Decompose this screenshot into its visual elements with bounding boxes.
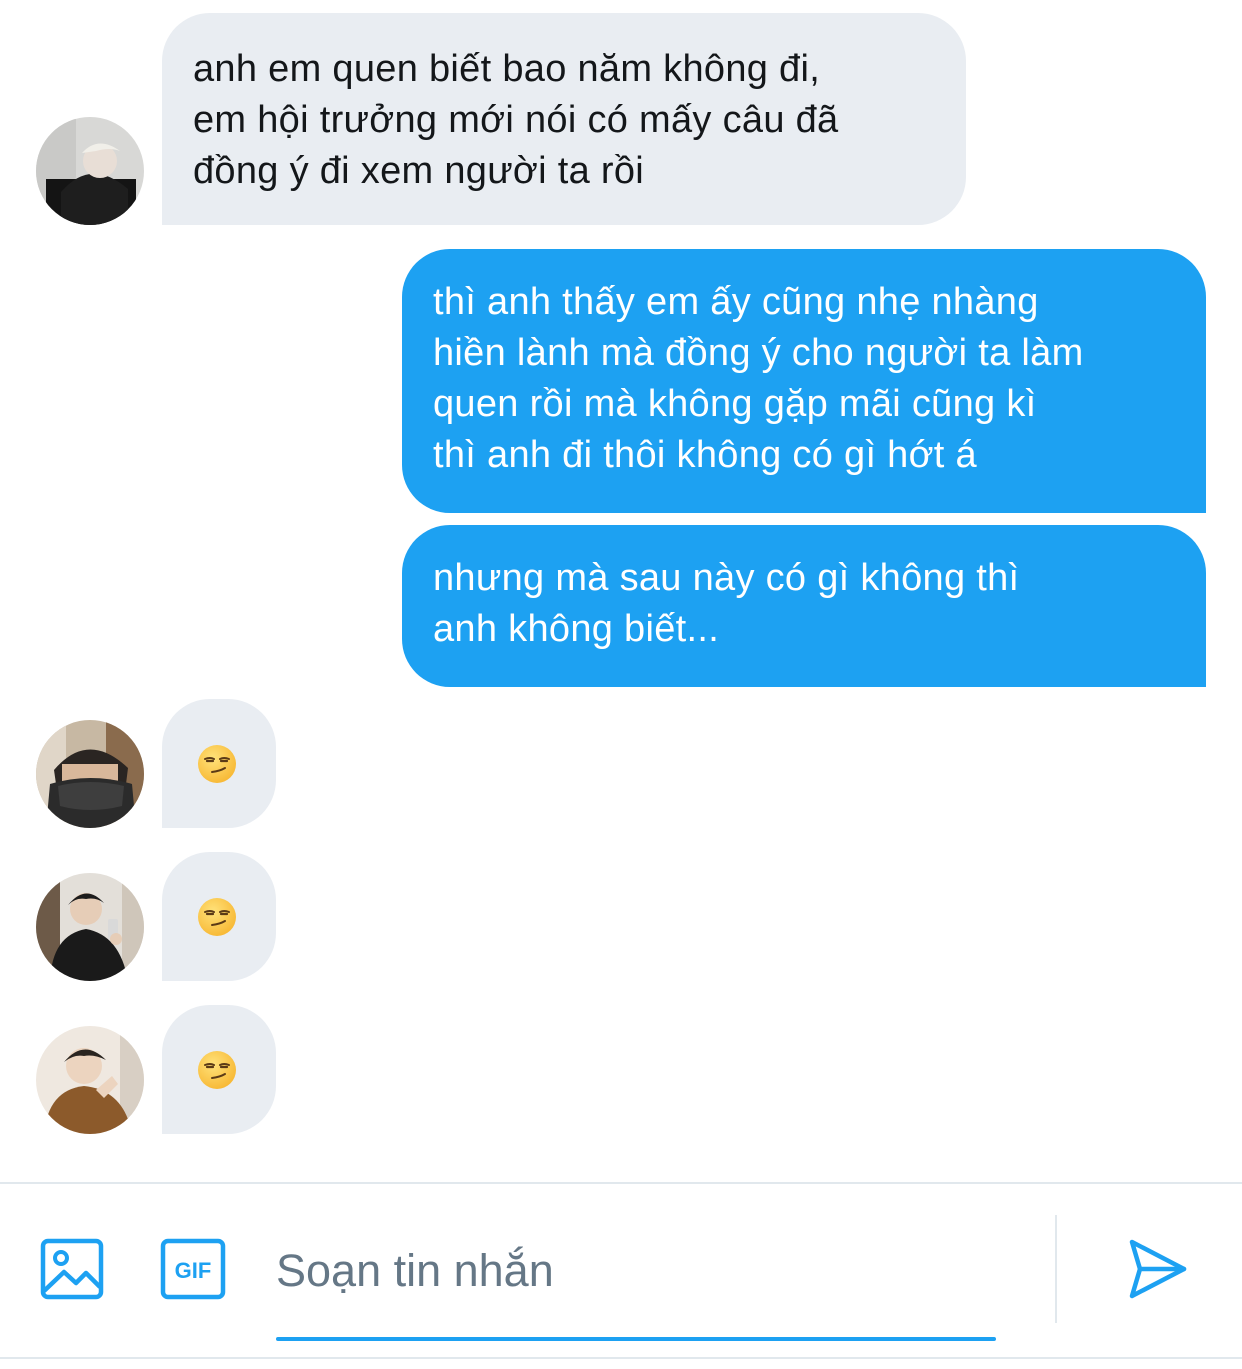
avatar-photo	[36, 1026, 144, 1134]
message-bubble-outgoing[interactable]: nhưng mà sau này có gì không thì anh khô…	[402, 525, 1206, 687]
message-bubble-incoming[interactable]: anh em quen biết bao năm không đi, em hộ…	[162, 13, 966, 225]
smirking-face-icon	[198, 1051, 236, 1089]
avatar[interactable]	[36, 720, 144, 828]
send-icon	[1129, 1239, 1187, 1299]
avatar-photo	[36, 720, 144, 828]
gif-label: GIF	[175, 1258, 212, 1283]
message-text-line: quen rồi mà không gặp mãi cũng kì	[433, 383, 1037, 425]
avatar-photo	[36, 873, 144, 981]
message-text-line: thì anh thấy em ấy cũng nhẹ nhàng	[433, 281, 1039, 323]
message-text-line: em hội trưởng mới nói có mấy câu đã	[193, 99, 839, 141]
message-bubble-incoming[interactable]	[162, 699, 276, 828]
gif-icon: GIF	[160, 1238, 226, 1300]
avatar[interactable]	[36, 873, 144, 981]
message-text-line: thì anh đi thôi không có gì hớt á	[433, 434, 977, 476]
bottom-divider	[0, 1357, 1242, 1359]
message-text-line: anh không biết...	[433, 608, 720, 650]
avatar[interactable]	[36, 117, 144, 225]
send-divider	[1055, 1215, 1057, 1323]
input-underline	[276, 1337, 996, 1341]
message-bubble-outgoing[interactable]: thì anh thấy em ấy cũng nhẹ nhàng hiền l…	[402, 249, 1206, 513]
message-input[interactable]	[276, 1236, 996, 1306]
message-bubble-incoming[interactable]	[162, 1005, 276, 1134]
add-gif-button[interactable]: GIF	[160, 1238, 226, 1300]
smirking-face-icon	[198, 745, 236, 783]
smirking-face-icon	[198, 898, 236, 936]
message-text-line: nhưng mà sau này có gì không thì	[433, 557, 1020, 599]
avatar[interactable]	[36, 1026, 144, 1134]
message-bubble-incoming[interactable]	[162, 852, 276, 981]
avatar-photo	[36, 117, 144, 225]
send-button[interactable]	[1124, 1236, 1190, 1302]
message-text-line: anh em quen biết bao năm không đi,	[193, 48, 821, 90]
message-text-line: đồng ý đi xem người ta rồi	[193, 150, 645, 192]
add-image-button[interactable]	[40, 1238, 104, 1300]
message-text-line: hiền lành mà đồng ý cho người ta làm	[433, 332, 1084, 374]
composer-divider	[0, 1182, 1242, 1184]
image-icon	[40, 1238, 104, 1300]
